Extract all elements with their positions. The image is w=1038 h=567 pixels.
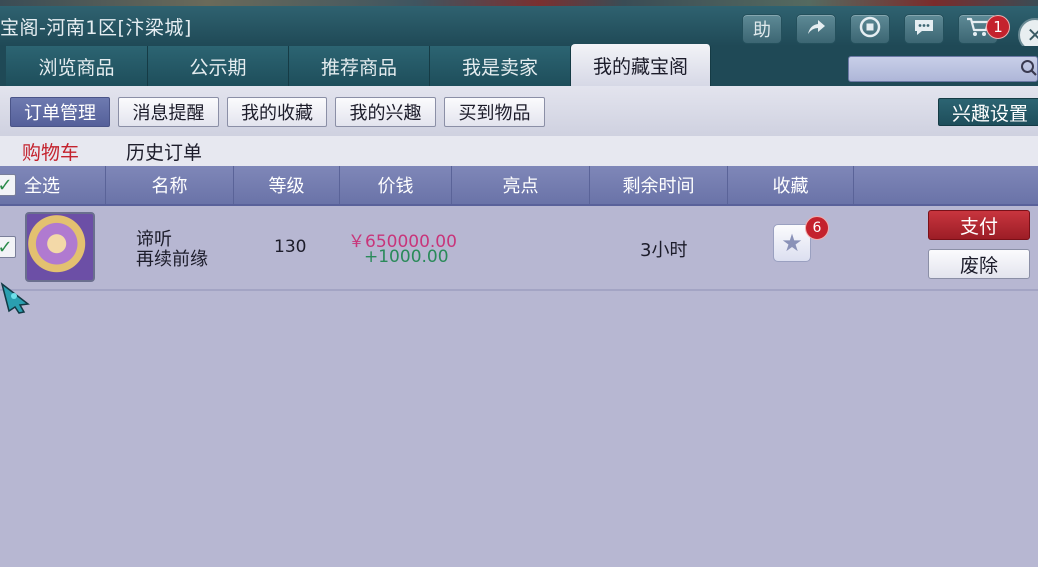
select-all-checkbox[interactable]: ✓ bbox=[0, 174, 16, 196]
search-input[interactable] bbox=[848, 56, 1038, 82]
header-price: 价钱 bbox=[340, 166, 452, 204]
row-checkbox[interactable]: ✓ bbox=[0, 236, 16, 258]
cart-count-badge: 1 bbox=[986, 15, 1010, 39]
search-icon[interactable] bbox=[1020, 59, 1038, 79]
cart-tab-shopping-cart[interactable]: 购物车 bbox=[22, 138, 79, 165]
tab-public-notice[interactable]: 公示期 bbox=[148, 46, 289, 86]
mouse-cursor-icon bbox=[0, 280, 34, 314]
subtab-my-interests[interactable]: 我的兴趣 bbox=[335, 97, 436, 127]
help-button-label: 助 bbox=[753, 20, 771, 41]
share-button[interactable] bbox=[796, 14, 836, 44]
favorite-count-badge: 6 bbox=[805, 216, 829, 240]
tab-my-treasure[interactable]: 我的藏宝阁 bbox=[571, 44, 711, 86]
window-title: 宝阁-河南1区[汴梁城] bbox=[0, 17, 192, 39]
header-favorites: 收藏 bbox=[728, 166, 854, 204]
subtab-message-reminder[interactable]: 消息提醒 bbox=[118, 97, 219, 127]
record-button[interactable] bbox=[850, 14, 890, 44]
header-name: 名称 bbox=[106, 166, 234, 204]
header-remaining-time: 剩余时间 bbox=[590, 166, 728, 204]
header-level: 等级 bbox=[234, 166, 340, 204]
cart-tab-order-history[interactable]: 历史订单 bbox=[126, 138, 202, 165]
record-icon bbox=[859, 16, 881, 43]
star-icon: ★ bbox=[781, 229, 803, 257]
chat-button[interactable] bbox=[904, 14, 944, 44]
tab-recommended[interactable]: 推荐商品 bbox=[289, 46, 430, 86]
interest-settings-button[interactable]: 兴趣设置 bbox=[938, 98, 1038, 126]
item-level: 130 bbox=[274, 237, 307, 257]
subtab-purchased-items[interactable]: 买到物品 bbox=[444, 97, 545, 127]
header-highlight: 亮点 bbox=[452, 166, 590, 204]
subtab-my-favorites[interactable]: 我的收藏 bbox=[227, 97, 327, 127]
tab-seller[interactable]: 我是卖家 bbox=[430, 46, 571, 86]
header-select-all[interactable]: 全选 bbox=[16, 166, 106, 204]
item-price-extra: +1000.00 bbox=[364, 247, 449, 267]
pay-button[interactable]: 支付 bbox=[928, 210, 1030, 240]
chat-bubble-icon bbox=[912, 17, 936, 42]
item-thumbnail[interactable] bbox=[25, 212, 95, 282]
item-remaining-time: 3小时 bbox=[640, 240, 688, 261]
tab-browse[interactable]: 浏览商品 bbox=[6, 46, 148, 86]
help-button[interactable]: 助 bbox=[742, 14, 782, 44]
subtab-order-management[interactable]: 订单管理 bbox=[10, 97, 110, 127]
item-subname: 再续前缘 bbox=[136, 249, 208, 270]
share-arrow-icon bbox=[805, 17, 827, 42]
abolish-button[interactable]: 废除 bbox=[928, 249, 1030, 279]
close-icon: ✕ bbox=[1026, 23, 1038, 47]
